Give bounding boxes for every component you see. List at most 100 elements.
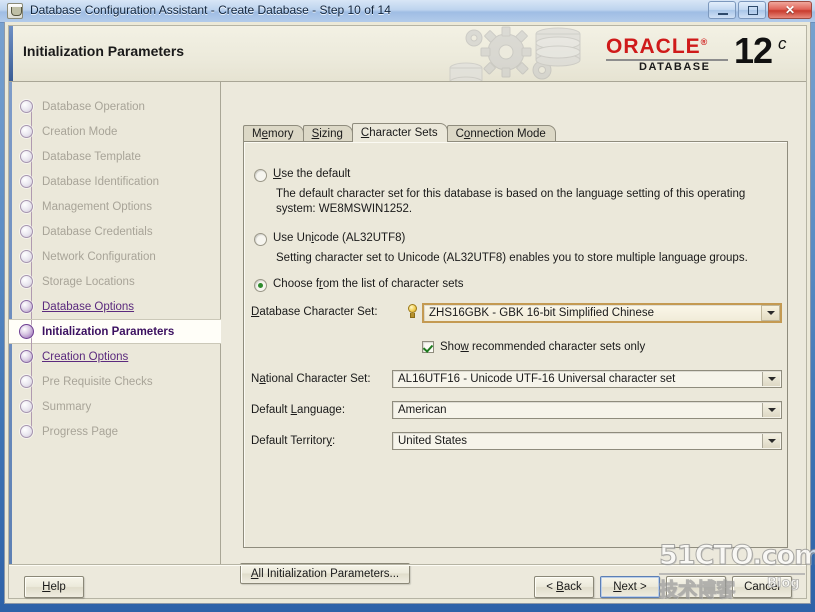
java-cup-icon	[7, 3, 23, 19]
default-territory-value: United States	[398, 435, 468, 447]
header-banner: Initialization Parameters ORACLE® DATABA…	[9, 26, 806, 82]
radio-button-icon	[254, 169, 267, 182]
step-bullet-icon	[20, 275, 33, 288]
tab-connection-mode[interactable]: Connection Mode	[446, 125, 556, 142]
chevron-down-icon[interactable]	[761, 305, 780, 321]
label-default-territory: Default Territory:	[251, 435, 336, 447]
step-bullet-icon	[20, 250, 33, 263]
radio-label: Use the default	[273, 168, 351, 180]
next-button[interactable]: Next >	[600, 576, 660, 598]
label-database-character-set: Database Character Set:	[251, 306, 378, 318]
close-icon[interactable]: ✕	[768, 1, 812, 19]
version-number: 12	[734, 30, 773, 71]
chevron-down-icon[interactable]	[762, 434, 780, 448]
page-title: Initialization Parameters	[23, 43, 185, 59]
character-sets-panel: Use the default The default character se…	[243, 141, 788, 548]
default-description: The default character set for this datab…	[276, 188, 746, 215]
label-default-language: Default Language:	[251, 404, 346, 416]
step-label: Network Configuration	[42, 250, 156, 263]
tab-sizing[interactable]: Sizing	[302, 125, 353, 142]
step-label: Storage Locations	[42, 275, 135, 288]
step-label: Pre Requisite Checks	[42, 375, 153, 388]
default-territory-dropdown[interactable]: United States	[392, 432, 782, 450]
step-bullet-icon	[20, 300, 33, 313]
window-titlebar: Database Configuration Assistant - Creat…	[0, 0, 815, 23]
window-title: Database Configuration Assistant - Creat…	[30, 3, 391, 17]
chevron-down-icon[interactable]	[762, 403, 780, 417]
sidebar-item-database-template: Database Template	[9, 144, 221, 169]
show-recommended-label: Show recommended character sets only	[440, 341, 646, 353]
step-label: Creation Options	[42, 350, 129, 363]
radio-label: Use Unicode (AL32UTF8)	[273, 232, 406, 244]
chevron-down-icon[interactable]	[762, 372, 780, 386]
step-bullet-icon	[20, 375, 33, 388]
banner-accent-bar	[9, 26, 13, 81]
main-content: Memory Sizing Character Sets Connection …	[222, 82, 806, 584]
sidebar-item-progress-page: Progress Page	[9, 419, 221, 444]
radio-use-unicode[interactable]: Use Unicode (AL32UTF8)	[254, 232, 405, 246]
sidebar-item-creation-mode: Creation Mode	[9, 119, 221, 144]
step-bullet-icon	[20, 225, 33, 238]
sidebar-item-creation-options[interactable]: Creation Options	[9, 344, 221, 369]
show-recommended-checkbox-row[interactable]: Show recommended character sets only	[422, 341, 645, 353]
help-button[interactable]: Help	[24, 576, 84, 598]
checkbox-icon	[422, 341, 434, 353]
default-language-value: American	[398, 404, 447, 416]
all-initialization-parameters-button[interactable]: All Initialization Parameters...	[240, 563, 410, 584]
radio-button-icon	[254, 233, 267, 246]
cancel-button[interactable]: Cancel	[732, 576, 792, 598]
back-button[interactable]: < Back	[534, 576, 594, 598]
sidebar-item-initialization-parameters[interactable]: Initialization Parameters	[9, 319, 221, 345]
national-character-set-dropdown[interactable]: AL16UTF16 - Unicode UTF-16 Universal cha…	[392, 370, 782, 388]
default-language-dropdown[interactable]: American	[392, 401, 782, 419]
step-label: Database Credentials	[42, 225, 153, 238]
step-bullet-icon	[19, 324, 34, 339]
sidebar-item-database-operation: Database Operation	[9, 94, 221, 119]
sidebar-item-storage-locations: Storage Locations	[9, 269, 221, 294]
step-label: Initialization Parameters	[42, 325, 175, 338]
steps-list: Database Operation Creation Mode Databas…	[9, 94, 221, 444]
window-inner: Initialization Parameters ORACLE® DATABA…	[8, 25, 807, 599]
step-bullet-icon	[20, 175, 33, 188]
tab-bar: Memory Sizing Character Sets Connection …	[243, 123, 556, 142]
minimize-icon[interactable]	[708, 1, 736, 19]
steps-sidebar: Database Operation Creation Mode Databas…	[9, 82, 221, 564]
oracle-wordmark: ORACLE®	[606, 35, 709, 58]
step-label: Summary	[42, 400, 92, 413]
step-label: Database Operation	[42, 100, 145, 113]
window-body: Initialization Parameters ORACLE® DATABA…	[4, 22, 811, 604]
radio-choose-from-list[interactable]: Choose from the list of character sets	[254, 278, 464, 292]
sidebar-item-database-credentials: Database Credentials	[9, 219, 221, 244]
tab-memory[interactable]: Memory	[243, 125, 304, 142]
step-bullet-icon	[20, 400, 33, 413]
step-label: Database Identification	[42, 175, 159, 188]
tab-character-sets[interactable]: Character Sets	[351, 123, 448, 142]
sidebar-item-management-options: Management Options	[9, 194, 221, 219]
step-label: Database Options	[42, 300, 135, 313]
sidebar-item-summary: Summary	[9, 394, 221, 419]
unicode-description: Setting character set to Unicode (AL32UT…	[276, 252, 748, 264]
radio-button-icon	[254, 279, 267, 292]
step-label: Management Options	[42, 200, 152, 213]
radio-label: Choose from the list of character sets	[273, 278, 464, 290]
sidebar-item-network-configuration: Network Configuration	[9, 244, 221, 269]
sidebar-item-pre-requisite-checks: Pre Requisite Checks	[9, 369, 221, 394]
footer-divider-highlight	[9, 565, 806, 566]
radio-use-the-default[interactable]: Use the default	[254, 168, 350, 182]
step-bullet-icon	[20, 150, 33, 163]
step-bullet-icon	[20, 350, 33, 363]
oracle-database-label: DATABASE	[639, 61, 711, 73]
finish-button	[666, 576, 726, 598]
gears-database-graphic	[449, 26, 581, 81]
label-national-character-set: National Character Set:	[251, 373, 371, 385]
step-bullet-icon	[20, 100, 33, 113]
step-label: Progress Page	[42, 425, 119, 438]
banner-artwork: ORACLE® DATABASE 12 c	[386, 26, 806, 81]
sidebar-item-database-identification: Database Identification	[9, 169, 221, 194]
step-label: Database Template	[42, 150, 141, 163]
sidebar-item-database-options[interactable]: Database Options	[9, 294, 221, 319]
database-character-set-dropdown[interactable]: ZHS16GBK - GBK 16-bit Simplified Chinese	[422, 303, 782, 323]
step-bullet-icon	[20, 200, 33, 213]
version-suffix: c	[778, 34, 787, 53]
maximize-icon[interactable]	[738, 1, 766, 19]
